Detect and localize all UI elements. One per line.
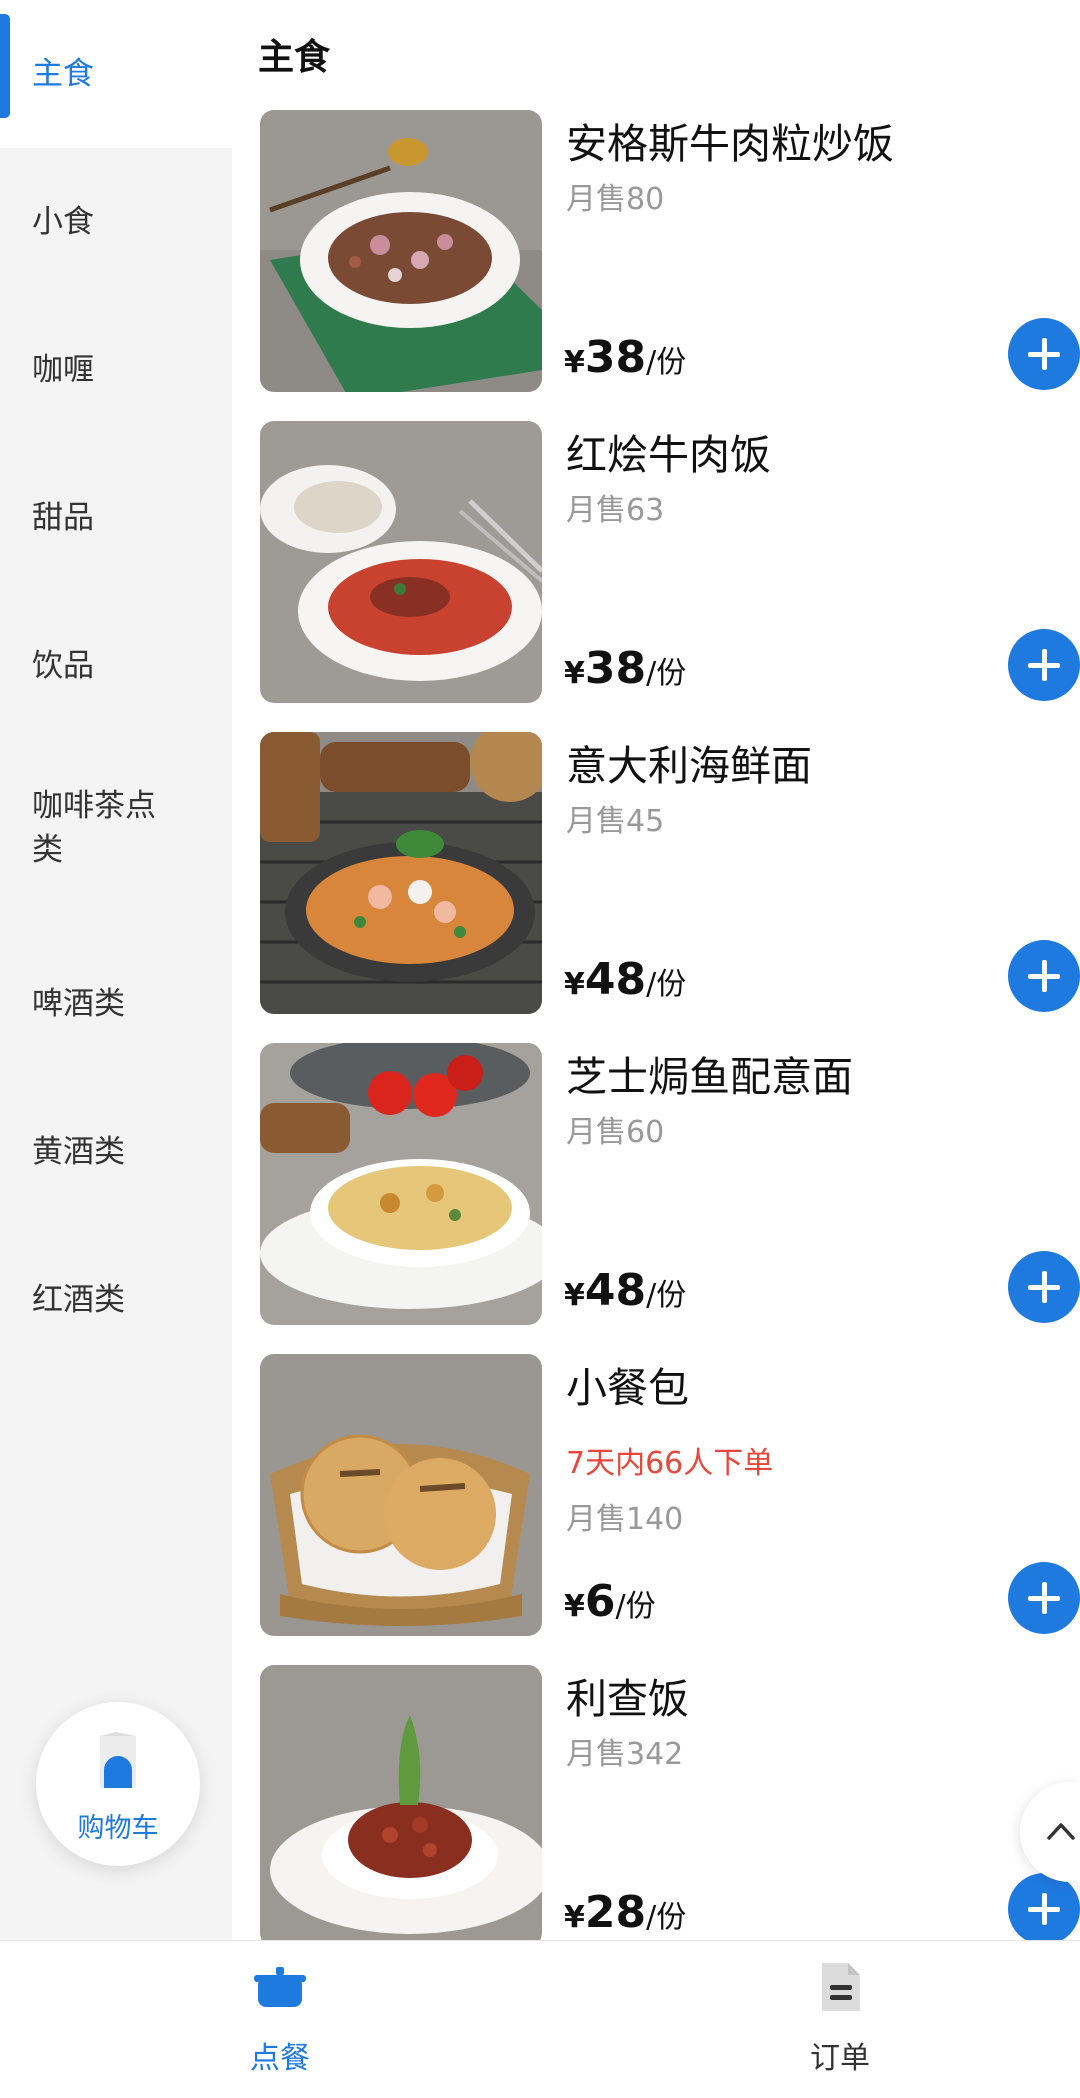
dish-image: [260, 732, 542, 1014]
category-label: 咖啡茶点类: [32, 788, 156, 868]
dish-price: ¥28/份: [564, 1887, 686, 1938]
category-label: 咖喱: [32, 352, 94, 388]
tab-label: 订单: [810, 2041, 870, 2076]
order-count-badge: 7天内66人下单: [566, 1446, 774, 1481]
category-item-snacks[interactable]: 小食: [0, 148, 232, 296]
dish-price: ¥48/份: [564, 954, 686, 1005]
dish-name: 芝士焗鱼配意面: [566, 1053, 853, 1101]
cart-label: 购物车: [77, 1813, 159, 1844]
monthly-sales: 月售140: [566, 1502, 684, 1537]
currency-symbol: ¥: [564, 1589, 585, 1624]
dish-price: ¥38/份: [564, 332, 686, 383]
category-label: 黄酒类: [32, 1134, 125, 1170]
category-label: 甜品: [32, 500, 94, 536]
cart-button[interactable]: 购物车: [36, 1702, 200, 1866]
category-item-yellow-wine[interactable]: 黄酒类: [0, 1078, 232, 1226]
price-unit: /份: [646, 1278, 687, 1313]
monthly-sales: 月售80: [566, 182, 665, 217]
add-to-cart-button[interactable]: [1008, 940, 1080, 1012]
menu-item[interactable]: 小餐包 7天内66人下单 月售140 ¥6/份: [260, 1354, 1080, 1636]
category-item-beer[interactable]: 啤酒类: [0, 930, 232, 1078]
price-amount: 28: [584, 1887, 647, 1938]
add-to-cart-button[interactable]: [1008, 318, 1080, 390]
dish-name: 小餐包: [566, 1364, 689, 1412]
price-amount: 6: [584, 1576, 616, 1627]
tab-order-food[interactable]: 点餐: [180, 1941, 380, 2098]
category-sidebar: 主食 小食 咖喱 甜品 饮品 咖啡茶点类 啤酒类 黄酒类 红酒类 购物车: [0, 0, 232, 1940]
dish-image: [260, 110, 542, 392]
add-to-cart-button[interactable]: [1008, 1251, 1080, 1323]
category-label: 主食: [32, 56, 94, 92]
category-label: 红酒类: [32, 1282, 125, 1318]
monthly-sales: 月售342: [566, 1737, 684, 1772]
category-item-drinks[interactable]: 饮品: [0, 592, 232, 740]
currency-symbol: ¥: [564, 967, 585, 1002]
price-amount: 48: [584, 1265, 647, 1316]
dish-image: [260, 1665, 542, 1947]
menu-item[interactable]: 安格斯牛肉粒炒饭 月售80 ¥38/份: [260, 110, 1080, 392]
menu-item[interactable]: 意大利海鲜面 月售45 ¥48/份: [260, 732, 1080, 1014]
dish-price: ¥48/份: [564, 1265, 686, 1316]
price-unit: /份: [646, 345, 687, 380]
dish-name: 利查饭: [566, 1675, 689, 1723]
menu-item[interactable]: 红烩牛肉饭 月售63 ¥38/份: [260, 421, 1080, 703]
currency-symbol: ¥: [564, 1278, 585, 1313]
document-icon: [822, 1963, 860, 2011]
monthly-sales: 月售60: [566, 1115, 665, 1150]
category-item-staple[interactable]: 主食: [0, 0, 232, 148]
monthly-sales: 月售63: [566, 493, 665, 528]
dish-image: [260, 1354, 542, 1636]
add-to-cart-button[interactable]: [1008, 1873, 1080, 1945]
price-unit: /份: [646, 1900, 687, 1935]
currency-symbol: ¥: [564, 1900, 585, 1935]
add-to-cart-button[interactable]: [1008, 629, 1080, 701]
price-amount: 38: [584, 643, 647, 694]
price-amount: 38: [584, 332, 647, 383]
price-unit: /份: [646, 656, 687, 691]
category-item-coffee-tea[interactable]: 咖啡茶点类: [0, 740, 232, 916]
currency-symbol: ¥: [564, 656, 585, 691]
bottom-tab-bar: 点餐 订单: [0, 1940, 1080, 2098]
chevron-up-icon: [1047, 1823, 1075, 1840]
currency-symbol: ¥: [564, 345, 585, 380]
dish-price: ¥6/份: [564, 1576, 656, 1627]
monthly-sales: 月售45: [566, 804, 665, 839]
dish-name: 意大利海鲜面: [566, 742, 812, 790]
dish-price: ¥38/份: [564, 643, 686, 694]
category-label: 小食: [32, 204, 94, 240]
tab-orders[interactable]: 订单: [740, 1941, 940, 2098]
dish-name: 安格斯牛肉粒炒饭: [566, 120, 894, 168]
dish-image: [260, 421, 542, 703]
section-title: 主食: [258, 37, 331, 78]
dish-name: 红烩牛肉饭: [566, 431, 771, 479]
category-item-curry[interactable]: 咖喱: [0, 296, 232, 444]
menu-item[interactable]: 芝士焗鱼配意面 月售60 ¥48/份: [260, 1043, 1080, 1325]
add-to-cart-button[interactable]: [1008, 1562, 1080, 1634]
shopping-bag-icon: [100, 1732, 136, 1788]
pot-icon: [254, 1967, 306, 2007]
price-amount: 48: [584, 954, 647, 1005]
menu-item[interactable]: 利查饭 月售342 ¥28/份: [260, 1665, 1080, 1947]
category-item-dessert[interactable]: 甜品: [0, 444, 232, 592]
category-item-red-wine[interactable]: 红酒类: [0, 1226, 232, 1374]
tab-label: 点餐: [250, 2041, 310, 2076]
dish-image: [260, 1043, 542, 1325]
price-unit: /份: [615, 1589, 656, 1624]
price-unit: /份: [646, 967, 687, 1002]
category-label: 啤酒类: [32, 986, 125, 1022]
category-label: 饮品: [32, 648, 94, 684]
